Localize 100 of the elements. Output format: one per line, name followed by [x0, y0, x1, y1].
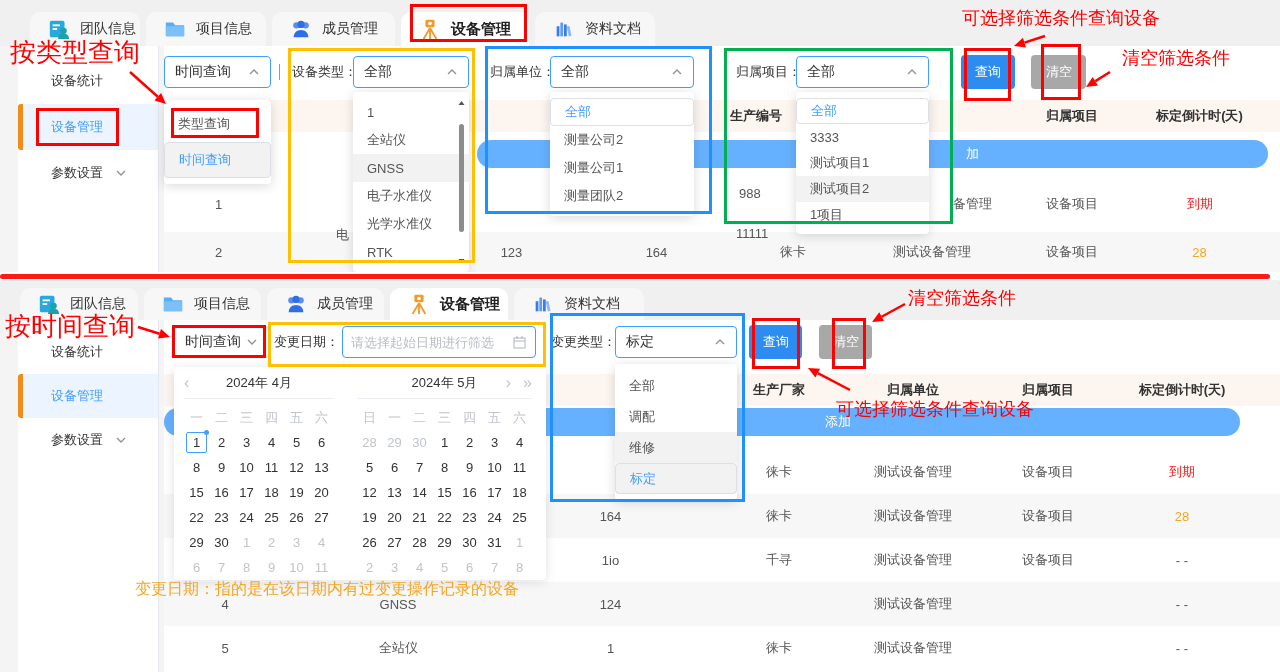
column-header: 标定倒计时(天) [1138, 381, 1226, 399]
dropdown-option[interactable]: 电子水准仪 [353, 182, 469, 210]
dropdown-option[interactable]: 测试项目1 [796, 150, 929, 176]
table-cell: 28 [1174, 508, 1190, 524]
sidebar-item[interactable]: 参数设置 [18, 150, 158, 196]
weekday-label: 六 [314, 408, 329, 427]
tab[interactable]: 项目信息 [146, 12, 266, 46]
tab[interactable]: 成员管理 [272, 12, 395, 46]
date-field[interactable]: 请选择起始日期进行筛选 [342, 326, 536, 358]
calendar-day[interactable]: 28 [407, 530, 432, 555]
calendar-day[interactable]: 17 [482, 480, 507, 505]
dropdown-select[interactable]: 时间查询 [164, 56, 271, 88]
calendar-day[interactable]: 3 [482, 430, 507, 455]
calendar-day[interactable]: 15 [184, 480, 209, 505]
calendar-day[interactable]: 4 [259, 430, 284, 455]
calendar-day[interactable]: 5 [357, 455, 382, 480]
dropdown-option[interactable]: 1项目 [796, 202, 929, 228]
table-cell: 164 [599, 508, 622, 524]
calendar-day[interactable]: 29 [184, 530, 209, 555]
calendar-day[interactable]: 7 [407, 455, 432, 480]
tab[interactable]: 成员管理 [267, 288, 384, 320]
calendar-day[interactable]: 24 [482, 505, 507, 530]
calendar-day[interactable]: 18 [259, 480, 284, 505]
calendar-day[interactable]: 23 [209, 505, 234, 530]
dropdown-option[interactable]: 全站仪 [353, 126, 469, 154]
calendar-day[interactable]: 10 [482, 455, 507, 480]
calendar-day[interactable]: 8 [432, 455, 457, 480]
dropdown-option[interactable]: 3333 [796, 124, 929, 150]
calendar-day[interactable]: 6 [382, 455, 407, 480]
calendar-day[interactable]: 24 [234, 505, 259, 530]
calendar-day[interactable]: 26 [284, 505, 309, 530]
dropdown-option[interactable]: GNSS [353, 154, 469, 182]
calendar-day[interactable]: 8 [184, 455, 209, 480]
table-cell: 1 [214, 196, 223, 212]
calendar-day[interactable]: 2 [457, 430, 482, 455]
dropdown-select[interactable]: 全部 [796, 56, 929, 88]
calendar-day[interactable]: 30 [209, 530, 234, 555]
dropdown-select[interactable]: 全部 [353, 56, 469, 88]
annotation-text: 可选择筛选条件查询设备 [962, 9, 1160, 29]
calendar-day[interactable]: 16 [457, 480, 482, 505]
calendar-day[interactable]: 1 [432, 430, 457, 455]
calendar-day[interactable]: 5 [284, 430, 309, 455]
table-cell: 徕卡 [765, 507, 792, 525]
calendar-day[interactable]: 12 [357, 480, 382, 505]
calendar-day[interactable]: 11 [507, 455, 532, 480]
calendar-day[interactable]: 4 [507, 430, 532, 455]
calendar-day[interactable]: 25 [259, 505, 284, 530]
dropdown-select[interactable]: 全部 [550, 56, 694, 88]
dropdown-option[interactable]: RTK [353, 238, 469, 266]
calendar-day[interactable]: 21 [407, 505, 432, 530]
table-cell: - - [1175, 596, 1189, 612]
calendar-day[interactable]: 17 [234, 480, 259, 505]
sidebar-item[interactable]: 参数设置 [18, 418, 158, 462]
tab[interactable]: 资料文档 [514, 288, 644, 320]
dropdown-select[interactable]: 标定 [615, 326, 737, 358]
calendar-day[interactable]: 25 [507, 505, 532, 530]
column-header: 归属项目 [1045, 107, 1098, 125]
calendar-day[interactable]: 6 [309, 430, 334, 455]
calendar-day[interactable]: 16 [209, 480, 234, 505]
dropdown-option[interactable]: 调配 [615, 401, 737, 432]
calendar-day[interactable]: 31 [482, 530, 507, 555]
calendar-day[interactable]: 27 [382, 530, 407, 555]
calendar-day[interactable]: 19 [357, 505, 382, 530]
calendar-day[interactable]: 19 [284, 480, 309, 505]
tab[interactable]: 设备管理 [390, 288, 508, 320]
calendar-day[interactable]: 27 [309, 505, 334, 530]
calendar-day[interactable]: 15 [432, 480, 457, 505]
calendar-day[interactable]: 26 [357, 530, 382, 555]
dropdown-option[interactable]: 光学水准仪 [353, 210, 469, 238]
calendar-day[interactable]: 22 [184, 505, 209, 530]
calendar-day[interactable]: 2 [209, 430, 234, 455]
calendar-day[interactable]: 29 [432, 530, 457, 555]
dropdown-option[interactable]: 维修 [615, 432, 737, 463]
tab[interactable]: 设备管理 [401, 12, 529, 46]
calendar-day[interactable]: 9 [209, 455, 234, 480]
calendar-day[interactable]: 3 [234, 430, 259, 455]
calendar-day[interactable]: 13 [309, 455, 334, 480]
calendar-day[interactable]: 13 [382, 480, 407, 505]
tab[interactable]: 项目信息 [144, 288, 261, 320]
calendar-day[interactable]: 20 [382, 505, 407, 530]
calendar-day[interactable]: 22 [432, 505, 457, 530]
calendar-day[interactable]: 14 [407, 480, 432, 505]
dropdown-option[interactable]: 测量团队2 [550, 182, 694, 210]
dropdown-option[interactable]: 测试项目2 [796, 176, 929, 202]
calendar-day[interactable]: 30 [457, 530, 482, 555]
dropdown-option[interactable]: 测量公司1 [550, 154, 694, 182]
calendar-day[interactable]: 9 [457, 455, 482, 480]
calendar-day[interactable]: 11 [259, 455, 284, 480]
table-cell: 测试设备管理 [874, 639, 952, 657]
calendar-day[interactable]: 1 [186, 432, 207, 453]
calendar-day[interactable]: 12 [284, 455, 309, 480]
dropdown-option[interactable]: 全部 [615, 370, 737, 401]
calendar-day[interactable]: 10 [234, 455, 259, 480]
calendar-day[interactable]: 20 [309, 480, 334, 505]
dropdown-option[interactable]: 1 [353, 98, 469, 126]
calendar-day[interactable]: 23 [457, 505, 482, 530]
calendar-day[interactable]: 18 [507, 480, 532, 505]
dropdown-option[interactable]: 类型查询 [164, 106, 271, 142]
tab[interactable]: 资料文档 [535, 12, 655, 46]
dropdown-option[interactable]: 测量公司2 [550, 126, 694, 154]
